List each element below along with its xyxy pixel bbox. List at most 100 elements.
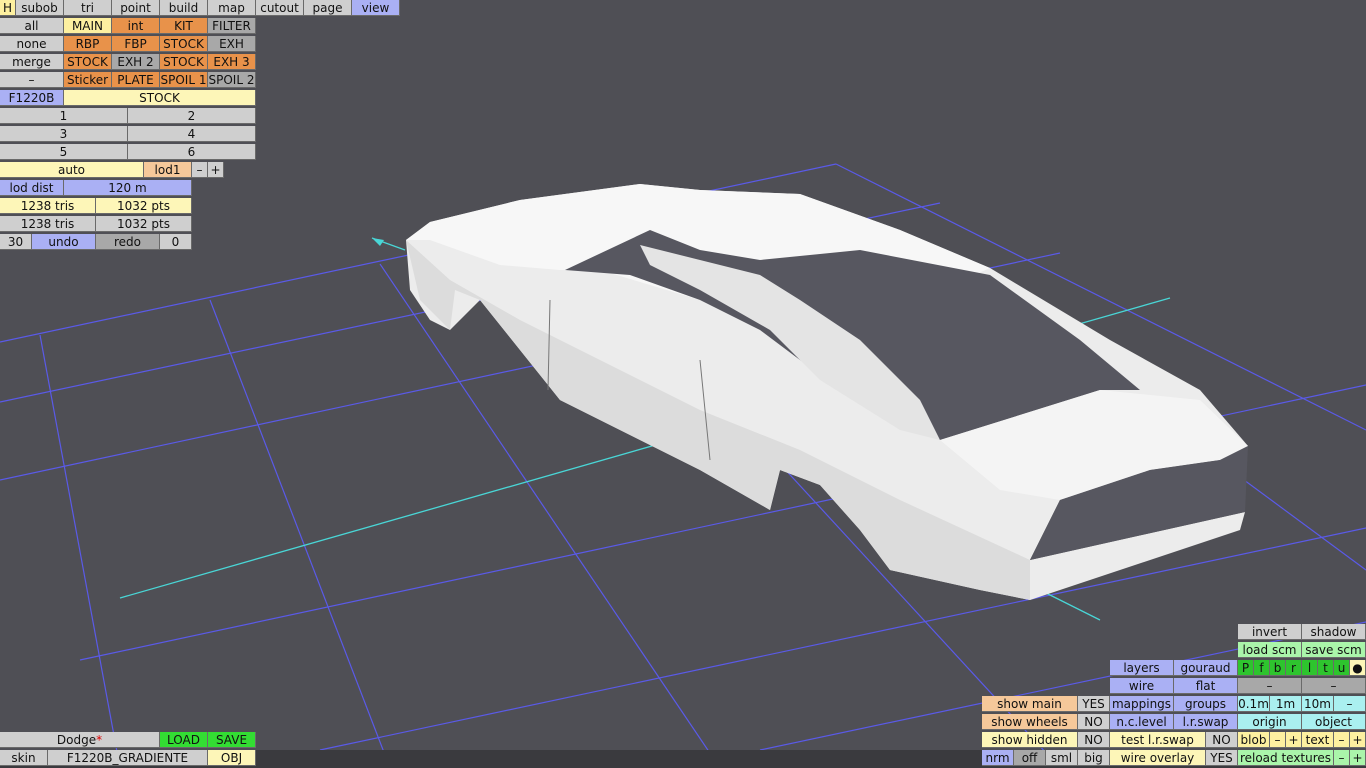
flat-button[interactable]: flat bbox=[1174, 678, 1238, 694]
select-all-button[interactable]: all bbox=[0, 18, 64, 34]
tris-count-2: 1238 tris bbox=[0, 216, 96, 232]
lod-auto-button[interactable]: auto bbox=[0, 162, 144, 178]
part-stock-3[interactable]: STOCK bbox=[160, 54, 208, 70]
blob-plus-button[interactable]: + bbox=[1286, 732, 1302, 748]
show-hidden-toggle[interactable]: NO bbox=[1078, 732, 1110, 748]
slot-1[interactable]: 1 bbox=[0, 108, 128, 124]
lod-plus-button[interactable]: + bbox=[208, 162, 224, 178]
slot-4[interactable]: 4 bbox=[128, 126, 256, 142]
obj-button[interactable]: OBJ bbox=[208, 750, 256, 766]
redo-button[interactable]: redo bbox=[96, 234, 160, 250]
textures-plus-button[interactable]: + bbox=[1350, 750, 1366, 766]
part-fbp[interactable]: FBP bbox=[112, 36, 160, 52]
part-plate[interactable]: PLATE bbox=[112, 72, 160, 88]
show-main-toggle[interactable]: YES bbox=[1078, 696, 1110, 712]
text-minus-button[interactable]: – bbox=[1334, 732, 1350, 748]
part-exh-2[interactable]: EXH 2 bbox=[112, 54, 160, 70]
part-stock-2[interactable]: STOCK bbox=[64, 54, 112, 70]
blob-minus-button[interactable]: – bbox=[1270, 732, 1286, 748]
text-plus-button[interactable]: + bbox=[1350, 732, 1366, 748]
menu-tri[interactable]: tri bbox=[64, 0, 112, 16]
lod-dist-value[interactable]: 120 m bbox=[64, 180, 192, 196]
dash-button[interactable]: – bbox=[0, 72, 64, 88]
menu-map[interactable]: map bbox=[208, 0, 256, 16]
project-name[interactable]: Dodge* bbox=[0, 732, 160, 748]
view-r-button[interactable]: r bbox=[1286, 660, 1302, 676]
textures-minus-button[interactable]: – bbox=[1334, 750, 1350, 766]
lod-level[interactable]: lod1 bbox=[144, 162, 192, 178]
pts-count-2: 1032 pts bbox=[96, 216, 192, 232]
part-exh-3[interactable]: EXH 3 bbox=[208, 54, 256, 70]
off-button[interactable]: off bbox=[1014, 750, 1046, 766]
view-u-button[interactable]: u bbox=[1334, 660, 1350, 676]
select-none-button[interactable]: none bbox=[0, 36, 64, 52]
slot-6[interactable]: 6 bbox=[128, 144, 256, 160]
show-wheels-toggle[interactable]: NO bbox=[1078, 714, 1110, 730]
nrm-button[interactable]: nrm bbox=[982, 750, 1014, 766]
grid-0-1m-button[interactable]: 0.1m bbox=[1238, 696, 1270, 712]
invert-button[interactable]: invert bbox=[1238, 624, 1302, 640]
view-p-button[interactable]: P bbox=[1238, 660, 1254, 676]
part-stock-1[interactable]: STOCK bbox=[160, 36, 208, 52]
part-main[interactable]: MAIN bbox=[64, 18, 112, 34]
shadow-button[interactable]: shadow bbox=[1302, 624, 1366, 640]
reload-textures-button[interactable]: reload textures bbox=[1238, 750, 1334, 766]
slot-5[interactable]: 5 bbox=[0, 144, 128, 160]
undo-button[interactable]: undo bbox=[32, 234, 96, 250]
layers-button[interactable]: layers bbox=[1110, 660, 1174, 676]
part-spoil-2[interactable]: SPOIL 2 bbox=[208, 72, 256, 88]
modified-mark: * bbox=[96, 733, 103, 747]
model-name[interactable]: F1220B bbox=[0, 90, 64, 106]
menu-subob[interactable]: subob bbox=[16, 0, 64, 16]
text-label: text bbox=[1302, 732, 1334, 748]
menu-build[interactable]: build bbox=[160, 0, 208, 16]
wire-button[interactable]: wire bbox=[1110, 678, 1174, 694]
object-button[interactable]: object bbox=[1302, 714, 1366, 730]
menu-h[interactable]: H bbox=[0, 0, 16, 16]
load-button[interactable]: LOAD bbox=[160, 732, 208, 748]
wire-overlay-toggle[interactable]: YES bbox=[1206, 750, 1238, 766]
grid-minus-button[interactable]: – bbox=[1334, 696, 1366, 712]
save-scm-button[interactable]: save scm bbox=[1302, 642, 1366, 658]
dash-right-button[interactable]: – bbox=[1302, 678, 1366, 694]
load-scm-button[interactable]: load scm bbox=[1238, 642, 1302, 658]
mappings-button[interactable]: mappings bbox=[1110, 696, 1174, 712]
show-wheels-label: show wheels bbox=[982, 714, 1078, 730]
nc-level-button[interactable]: n.c.level bbox=[1110, 714, 1174, 730]
view-l-button[interactable]: l bbox=[1302, 660, 1318, 676]
part-rbp[interactable]: RBP bbox=[64, 36, 112, 52]
grid-1m-button[interactable]: 1m bbox=[1270, 696, 1302, 712]
part-spoil-1[interactable]: SPOIL 1 bbox=[160, 72, 208, 88]
part-filter[interactable]: FILTER bbox=[208, 18, 256, 34]
lr-swap-button[interactable]: l.r.swap bbox=[1174, 714, 1238, 730]
part-kit[interactable]: KIT bbox=[160, 18, 208, 34]
part-int[interactable]: int bbox=[112, 18, 160, 34]
slot-2[interactable]: 2 bbox=[128, 108, 256, 124]
menu-point[interactable]: point bbox=[112, 0, 160, 16]
car-model bbox=[406, 184, 1248, 600]
dash-left-button[interactable]: – bbox=[1238, 678, 1302, 694]
merge-button[interactable]: merge bbox=[0, 54, 64, 70]
view-t-button[interactable]: t bbox=[1318, 660, 1334, 676]
big-button[interactable]: big bbox=[1078, 750, 1110, 766]
skin-value[interactable]: F1220B_GRADIENTE bbox=[48, 750, 208, 766]
model-variant[interactable]: STOCK bbox=[64, 90, 256, 106]
grid-10m-button[interactable]: 10m bbox=[1302, 696, 1334, 712]
groups-button[interactable]: groups bbox=[1174, 696, 1238, 712]
origin-button[interactable]: origin bbox=[1238, 714, 1302, 730]
menu-view[interactable]: view bbox=[352, 0, 400, 16]
view-dot-button[interactable]: ● bbox=[1350, 660, 1366, 676]
save-button[interactable]: SAVE bbox=[208, 732, 256, 748]
view-f-button[interactable]: f bbox=[1254, 660, 1270, 676]
part-exh[interactable]: EXH bbox=[208, 36, 256, 52]
lod-minus-button[interactable]: – bbox=[192, 162, 208, 178]
gouraud-button[interactable]: gouraud bbox=[1174, 660, 1238, 676]
project-name-text: Dodge bbox=[56, 733, 97, 747]
slot-3[interactable]: 3 bbox=[0, 126, 128, 142]
menu-page[interactable]: page bbox=[304, 0, 352, 16]
menu-cutout[interactable]: cutout bbox=[256, 0, 304, 16]
test-lr-swap-toggle[interactable]: NO bbox=[1206, 732, 1238, 748]
part-sticker[interactable]: Sticker bbox=[64, 72, 112, 88]
sml-button[interactable]: sml bbox=[1046, 750, 1078, 766]
view-b-button[interactable]: b bbox=[1270, 660, 1286, 676]
